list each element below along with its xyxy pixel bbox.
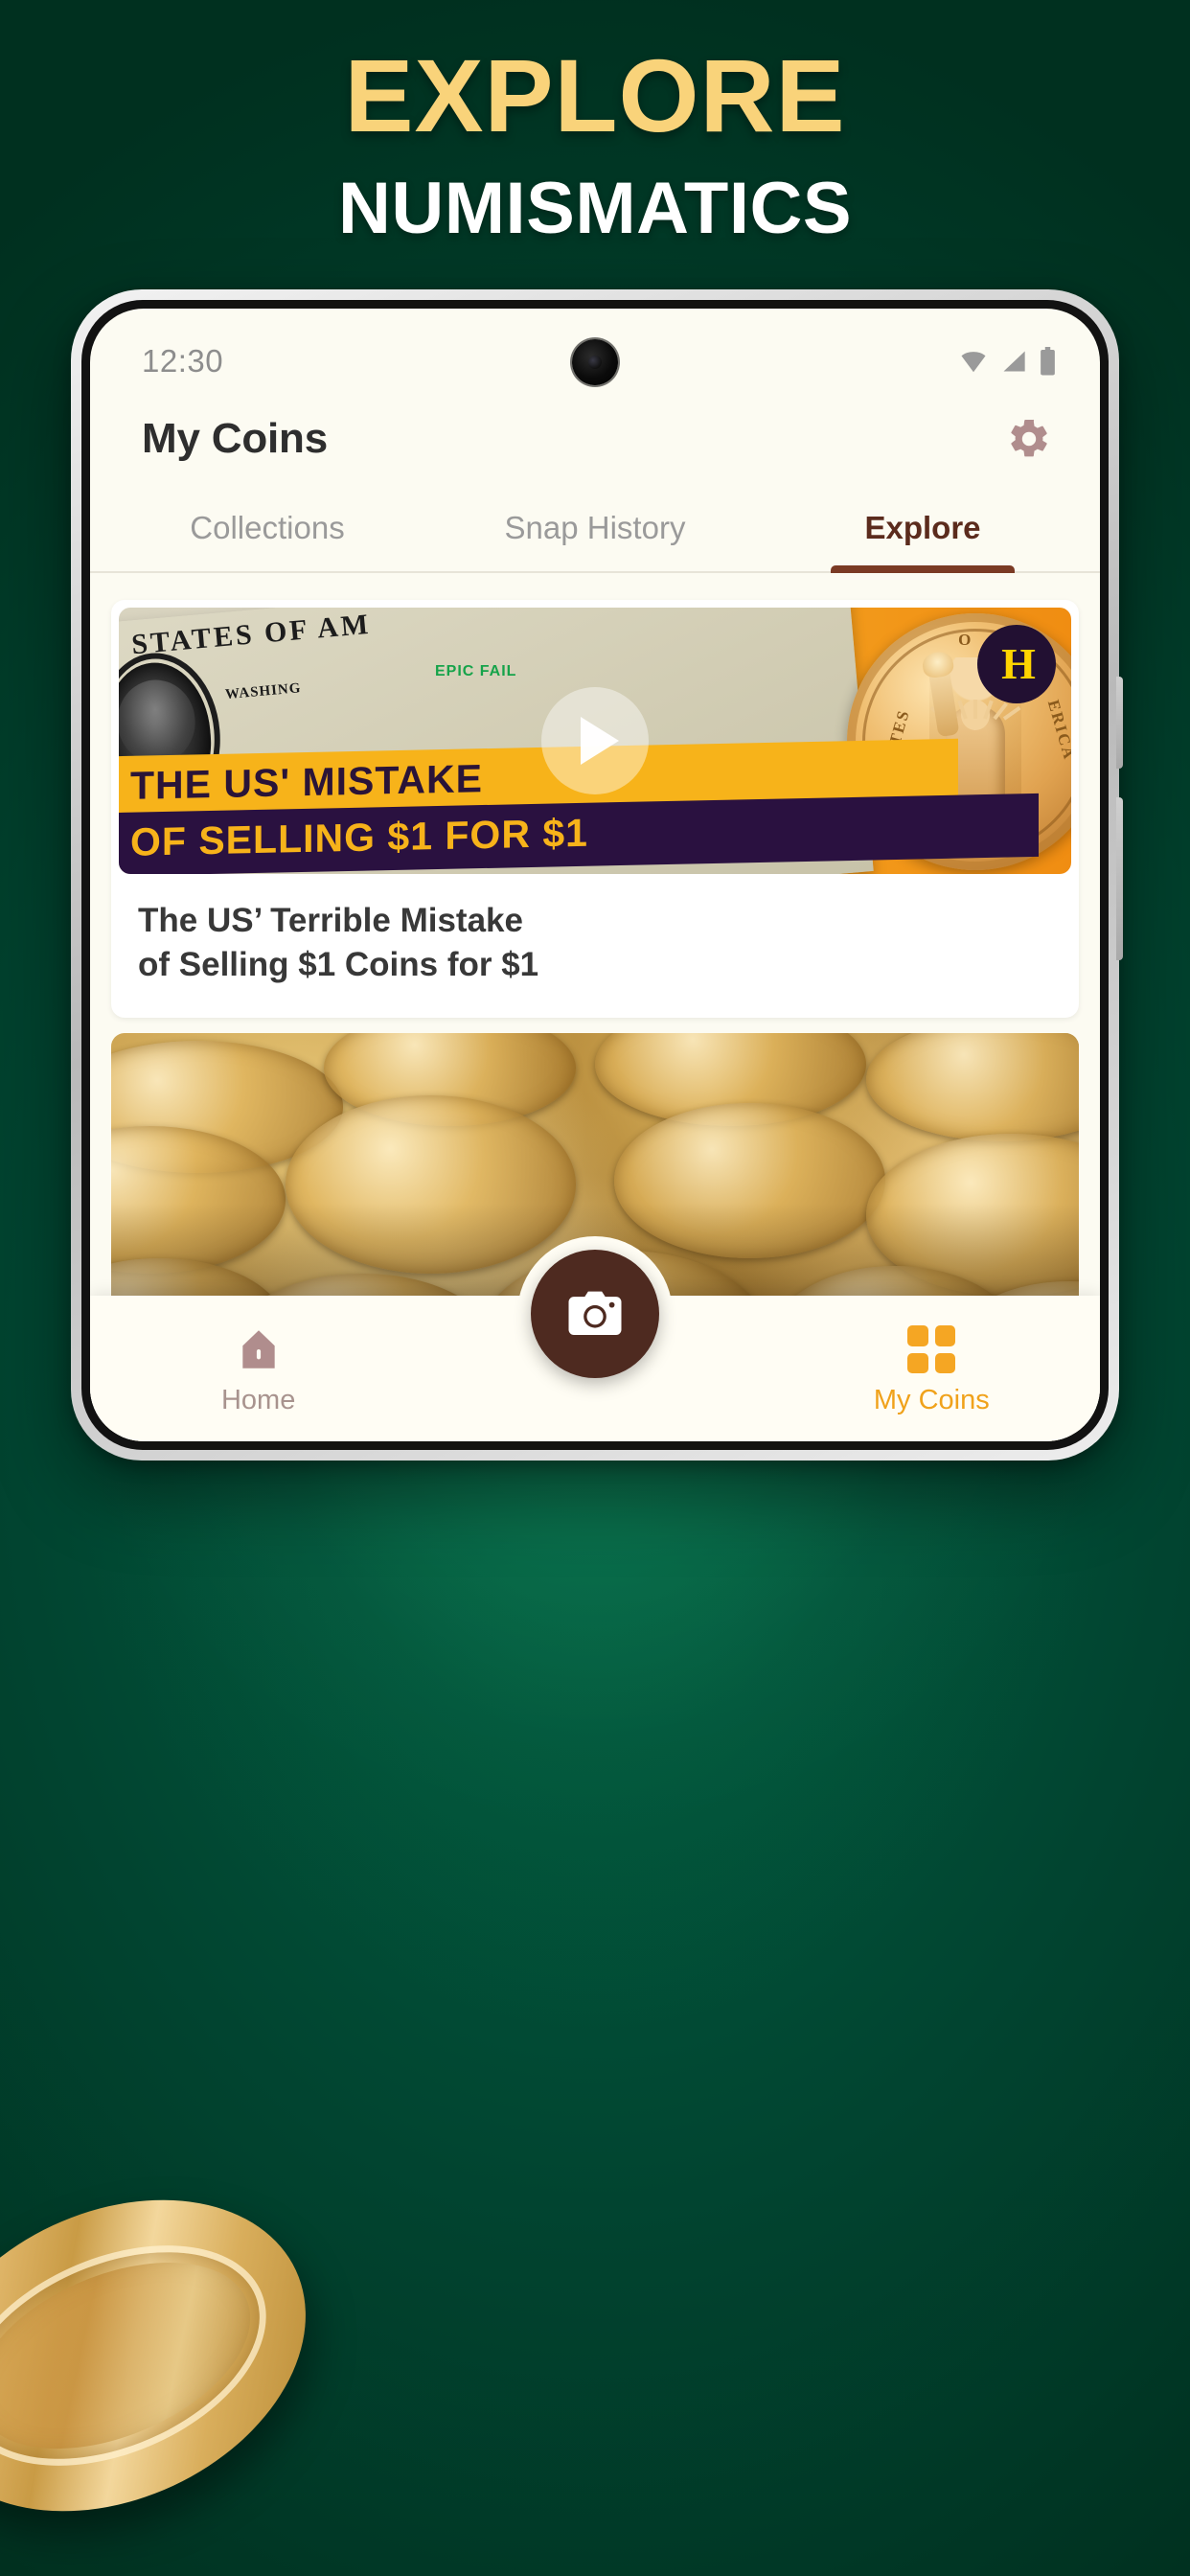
epic-fail-label: EPIC FAIL	[435, 663, 517, 679]
cellular-signal-icon	[1003, 351, 1025, 372]
promo-subtitle: NUMISMATICS	[337, 168, 853, 249]
wifi-icon	[961, 352, 986, 373]
thumbnail-band-bottom-text: OF SELLING $1 FOR $1	[130, 810, 588, 864]
status-bar-icons	[959, 347, 1056, 376]
tab-snap-history[interactable]: Snap History	[431, 485, 759, 571]
page-title: My Coins	[142, 415, 328, 462]
phone-screen: 12:30 My Coins Collections Snap History …	[90, 309, 1100, 1441]
power-button[interactable]	[1116, 677, 1123, 769]
phone-frame: 12:30 My Coins Collections Snap History …	[71, 289, 1123, 1460]
status-bar-clock: 12:30	[142, 343, 224, 379]
promo-header: EXPLORE NUMISMATICS	[0, 44, 1190, 245]
home-icon	[241, 1330, 275, 1368]
battery-icon	[1041, 347, 1055, 376]
nav-label-my-coins: My Coins	[873, 1385, 990, 1415]
promo-title: EXPLORE	[344, 37, 846, 153]
app-bar: My Coins	[90, 393, 1100, 485]
explore-content: ED STATES OF AM ER RIVATE WASHING ONE DO…	[90, 573, 1100, 1441]
coin-legend-right: ERICA	[1044, 697, 1071, 763]
tab-bar: Collections Snap History Explore	[90, 485, 1100, 573]
camera-fab-button[interactable]	[531, 1250, 659, 1378]
nav-label-home: Home	[220, 1385, 296, 1415]
nav-item-home[interactable]: Home	[90, 1325, 426, 1441]
phone-bezel: 12:30 My Coins Collections Snap History …	[81, 300, 1109, 1450]
video-article-card[interactable]: ED STATES OF AM ER RIVATE WASHING ONE DO…	[111, 600, 1079, 1019]
video-thumbnail[interactable]: ED STATES OF AM ER RIVATE WASHING ONE DO…	[119, 608, 1071, 874]
channel-badge-letter: H	[1001, 639, 1036, 688]
video-card-title-line-1: The US’ Terrible Mistake	[138, 902, 523, 939]
phone-mockup: 12:30 My Coins Collections Snap History …	[71, 289, 1123, 1460]
coin-legend-top: O	[958, 631, 973, 649]
nav-item-my-coins[interactable]: My Coins	[764, 1325, 1100, 1441]
bottom-navigation: Home My Coins	[90, 1236, 1100, 1441]
bill-washington-text: WASHING	[224, 680, 303, 703]
gear-icon[interactable]	[1006, 416, 1052, 462]
tab-collections[interactable]: Collections	[103, 485, 431, 571]
play-icon[interactable]	[541, 687, 649, 794]
video-card-title: The US’ Terrible Mistake of Selling $1 C…	[111, 874, 1079, 1018]
volume-button[interactable]	[1116, 797, 1123, 960]
video-card-title-line-2: of Selling $1 Coins for $1	[138, 946, 539, 984]
bill-header-text: ED STATES OF AM	[119, 609, 373, 666]
grid-icon	[907, 1325, 956, 1373]
camera-icon	[568, 1291, 622, 1335]
tab-explore[interactable]: Explore	[759, 485, 1087, 573]
channel-badge: H	[977, 625, 1056, 703]
front-camera-punch-hole	[572, 339, 618, 385]
